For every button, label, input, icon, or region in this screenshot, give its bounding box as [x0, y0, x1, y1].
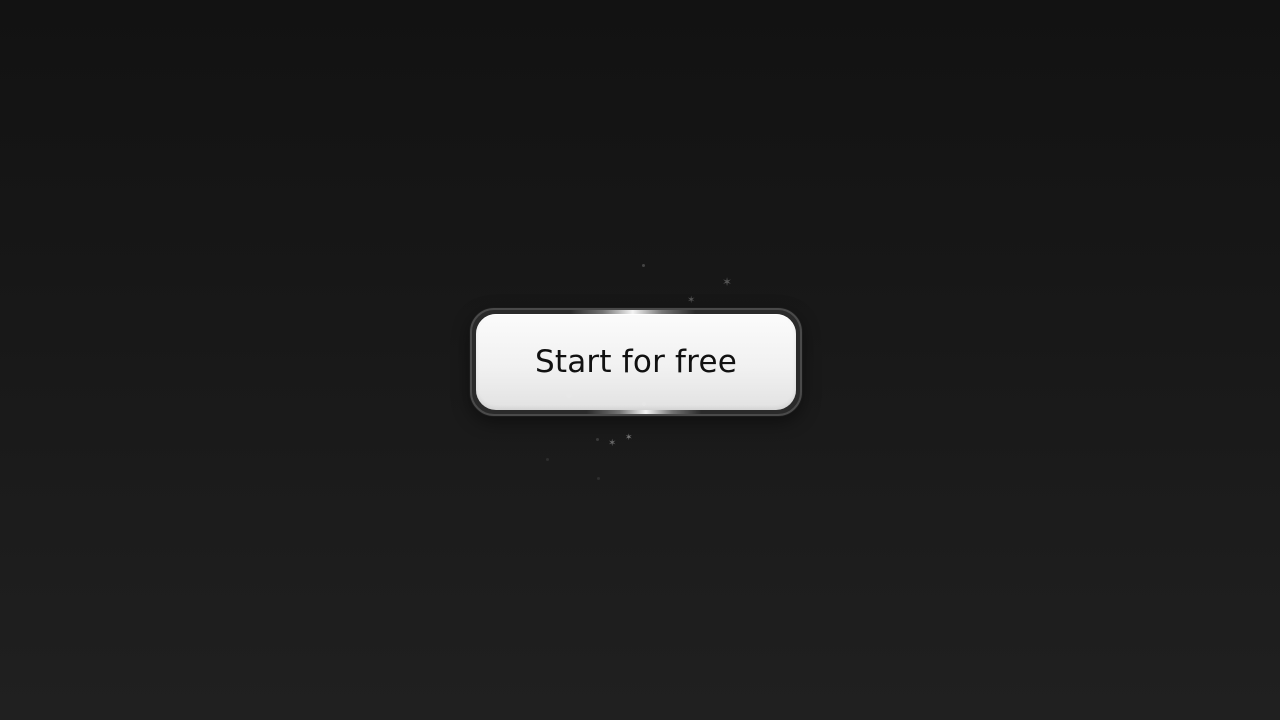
sparkle-icon: ✶: [687, 295, 696, 306]
sparkle-icon: [642, 264, 645, 267]
cta-button-frame: Start for free: [470, 308, 802, 416]
start-for-free-button[interactable]: Start for free: [476, 314, 796, 410]
sparkle-icon: ✶: [625, 433, 633, 443]
sparkle-icon: ✶: [722, 275, 733, 289]
sparkle-icon: [597, 477, 600, 480]
sparkle-icon: ✶: [608, 438, 617, 449]
page-canvas: ✶ ✶ ✶ ✶ Start for free: [0, 0, 1280, 720]
sparkle-icon: [546, 458, 549, 461]
start-for-free-label: Start for free: [535, 343, 737, 380]
sparkle-icon: [596, 438, 599, 441]
